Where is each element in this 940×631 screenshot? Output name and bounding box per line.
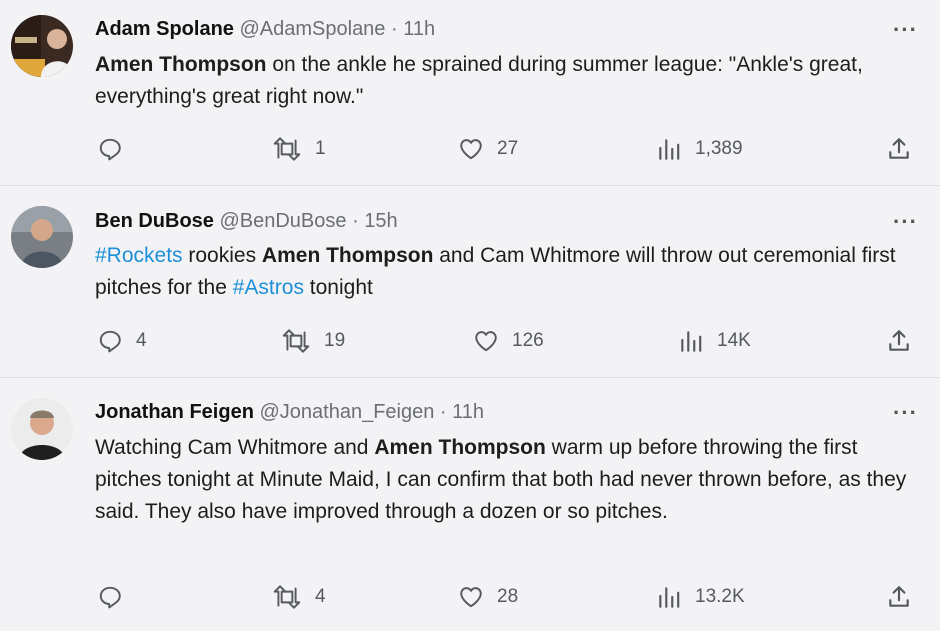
timestamp[interactable]: 11h — [452, 401, 484, 423]
bold-mention: Amen Thompson — [374, 436, 546, 459]
views-button[interactable]: 14K — [678, 328, 751, 354]
tweet[interactable]: Jonathan Feigen @Jonathan_Feigen · 11h ·… — [0, 378, 940, 631]
reply-button[interactable] — [97, 584, 136, 610]
reply-count: 4 — [136, 330, 147, 351]
retweet-icon — [273, 137, 301, 161]
tweet-text: Amen Thompson on the ankle he sprained d… — [95, 49, 915, 113]
retweet-count: 4 — [315, 586, 326, 607]
more-icon[interactable]: ··· — [893, 209, 918, 235]
reply-button[interactable]: 4 — [97, 328, 147, 354]
author-handle[interactable]: @BenDuBose — [219, 210, 346, 232]
heart-icon — [460, 139, 482, 160]
bold-mention: Amen Thompson — [261, 244, 434, 267]
retweet-button[interactable]: 1 — [272, 136, 326, 162]
author-handle[interactable]: @Jonathan_Feigen — [259, 401, 434, 423]
separator: · — [434, 401, 453, 423]
retweet-icon — [273, 585, 301, 609]
tweet-header: Jonathan Feigen @Jonathan_Feigen · 11h — [95, 400, 484, 424]
views-button[interactable]: 1,389 — [656, 136, 743, 162]
views-count: 1,389 — [695, 138, 743, 159]
retweet-count: 19 — [324, 330, 346, 351]
like-button[interactable]: 28 — [458, 584, 518, 610]
retweet-icon — [282, 329, 310, 353]
tweet-text: #Rockets rookies Amen Thompson and Cam W… — [95, 240, 915, 304]
hashtag-link[interactable]: #Rockets — [95, 244, 183, 267]
hashtag-link[interactable]: #Astros — [233, 276, 304, 299]
tweet[interactable]: Adam Spolane @AdamSpolane · 11h ··· Amen… — [0, 0, 940, 186]
share-icon — [889, 138, 909, 159]
separator: · — [385, 18, 404, 40]
separator: · — [346, 210, 365, 232]
reply-icon — [99, 586, 121, 609]
retweet-button[interactable]: 19 — [281, 328, 345, 354]
tweet-text: Watching Cam Whitmore and Amen Thompson … — [95, 432, 915, 528]
tweet-text-segment: Watching Cam Whitmore and — [95, 436, 375, 459]
tweet[interactable]: Ben DuBose @BenDuBose · 15h ··· #Rockets… — [0, 186, 940, 378]
avatar[interactable] — [11, 398, 73, 460]
share-button[interactable] — [886, 136, 912, 162]
more-icon[interactable]: ··· — [893, 17, 918, 43]
reply-icon — [99, 138, 121, 161]
author-name[interactable]: Adam Spolane — [95, 18, 234, 40]
retweet-count: 1 — [315, 138, 326, 159]
heart-icon — [475, 331, 497, 352]
like-count: 28 — [497, 586, 519, 607]
heart-icon — [460, 587, 482, 608]
share-icon — [889, 586, 909, 607]
tweet-header: Ben DuBose @BenDuBose · 15h — [95, 209, 398, 233]
like-button[interactable]: 126 — [473, 328, 544, 354]
reply-icon — [99, 330, 121, 353]
author-handle[interactable]: @AdamSpolane — [239, 18, 385, 40]
timestamp[interactable]: 11h — [403, 18, 435, 40]
avatar[interactable] — [11, 206, 73, 268]
avatar[interactable] — [11, 15, 73, 77]
tweet-header: Adam Spolane @AdamSpolane · 11h — [95, 17, 435, 41]
like-count: 27 — [497, 138, 519, 159]
tweet-text-segment: tonight — [303, 276, 373, 299]
share-button[interactable] — [886, 328, 912, 354]
bold-mention: Amen Thompson — [95, 53, 267, 76]
share-icon — [889, 330, 909, 351]
retweet-button[interactable]: 4 — [272, 584, 326, 610]
timestamp[interactable]: 15h — [364, 210, 397, 232]
like-count: 126 — [512, 330, 544, 351]
views-button[interactable]: 13.2K — [656, 584, 745, 610]
views-icon — [681, 331, 702, 352]
views-count: 14K — [717, 330, 751, 351]
views-count: 13.2K — [695, 586, 745, 607]
author-name[interactable]: Jonathan Feigen — [95, 401, 254, 423]
reply-button[interactable] — [97, 136, 136, 162]
more-icon[interactable]: ··· — [893, 400, 918, 426]
share-button[interactable] — [886, 584, 912, 610]
views-icon — [659, 587, 680, 608]
views-icon — [659, 139, 680, 160]
author-name[interactable]: Ben DuBose — [95, 210, 214, 232]
like-button[interactable]: 27 — [458, 136, 518, 162]
tweet-text-segment: rookies — [182, 244, 262, 267]
